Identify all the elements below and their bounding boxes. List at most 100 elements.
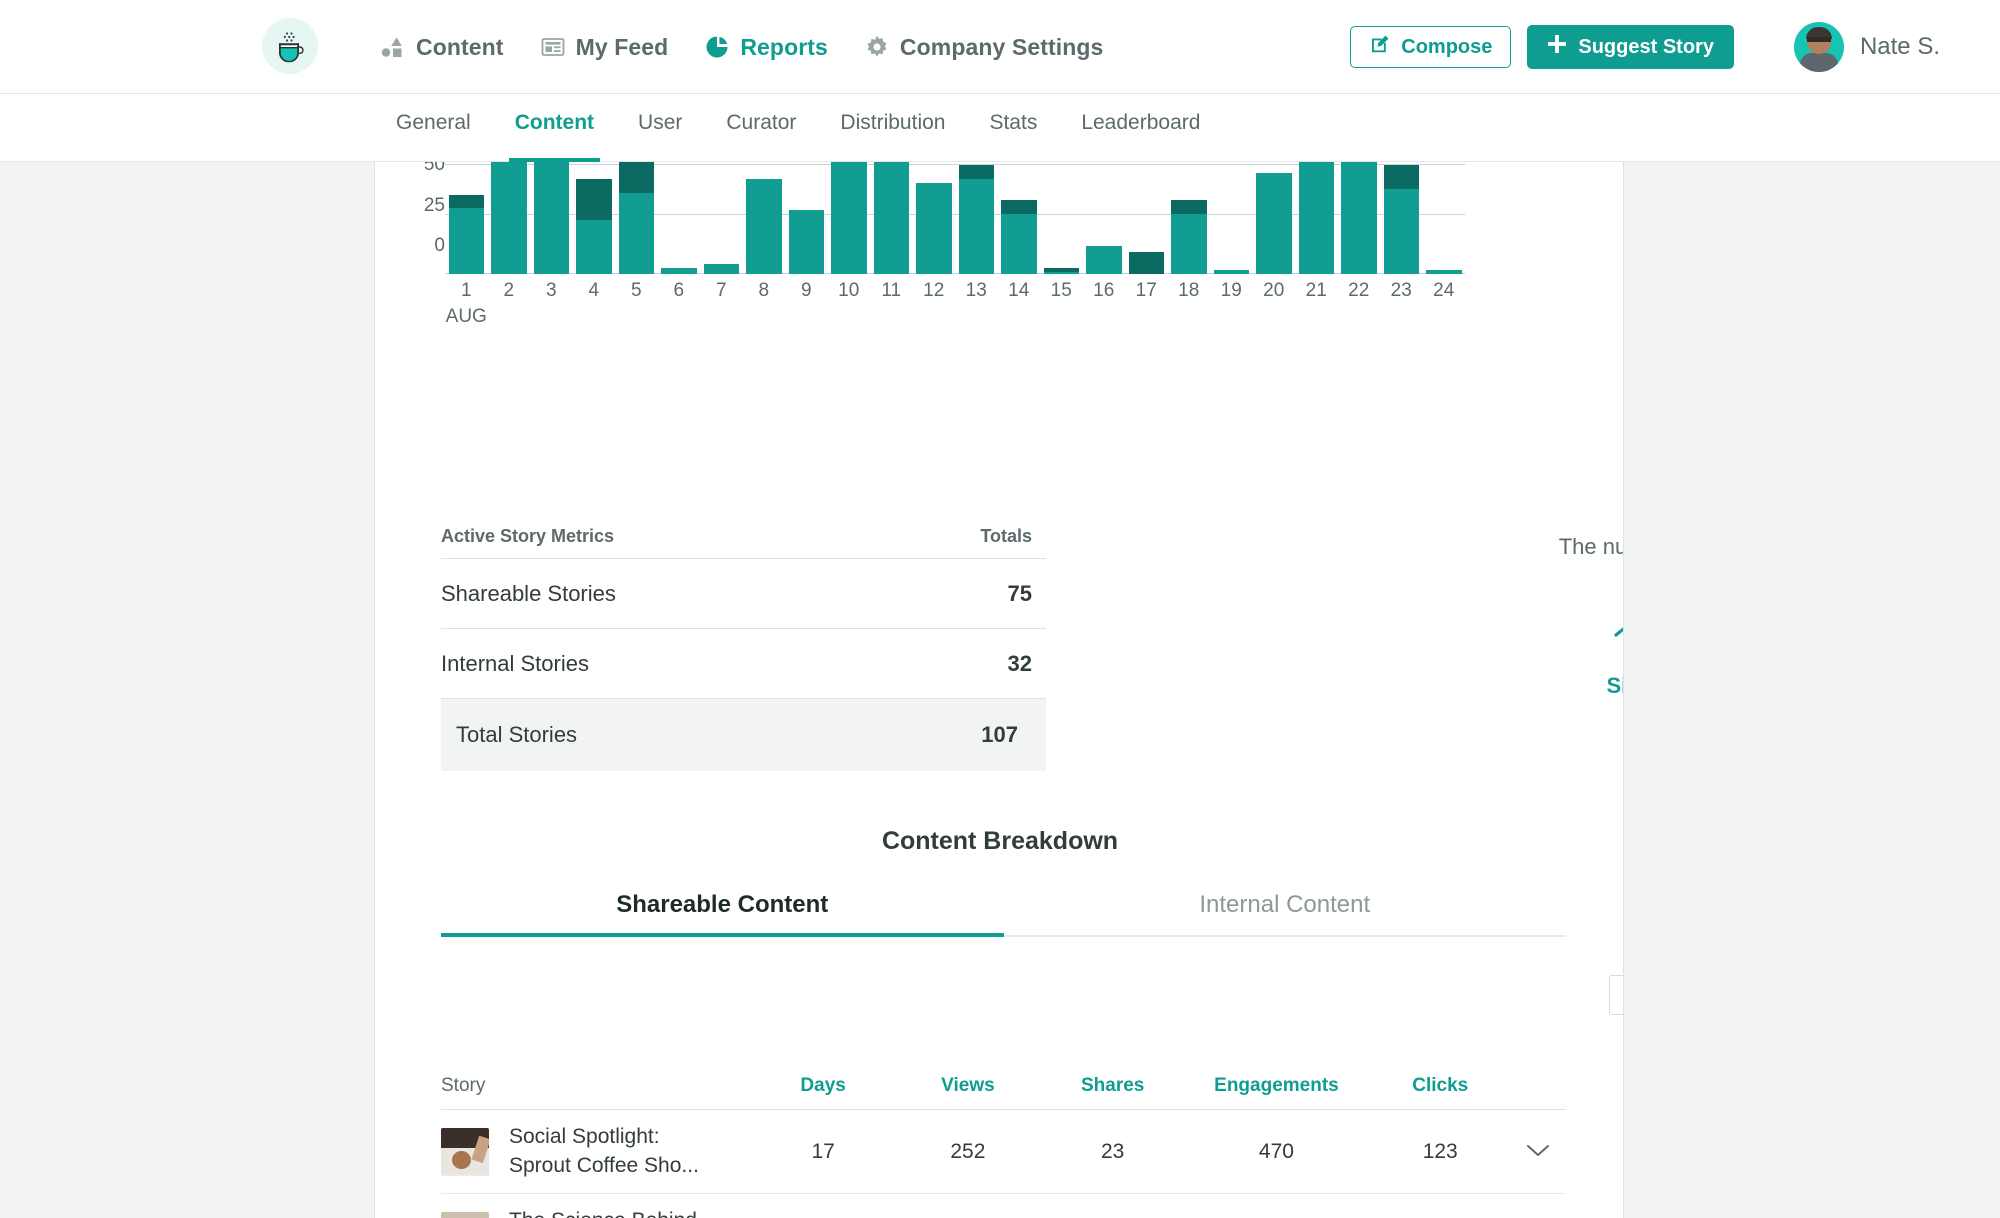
bar-segment-shareable [788, 209, 824, 274]
x-axis-tick-label: 1 [460, 280, 472, 301]
compose-button[interactable]: Compose [1350, 26, 1512, 68]
bar-segment-shareable [1001, 213, 1037, 274]
metric-label: Shareable Stories [441, 580, 616, 606]
story-title-line-1: The Science Behind [509, 1209, 697, 1218]
nav-item-content[interactable]: Content [380, 34, 504, 61]
bar-segment-shareable [661, 267, 697, 274]
col-days[interactable]: Days [754, 1075, 892, 1097]
x-axis-tick-label: 4 [588, 280, 600, 301]
x-axis-tick-label: 20 [1263, 280, 1285, 301]
bar-column[interactable] [743, 162, 786, 274]
x-axis-tick-label: 2 [503, 280, 515, 301]
search-box[interactable] [1609, 975, 1623, 1015]
tab-curator[interactable]: Curator [704, 94, 818, 162]
x-axis-tick-label: 24 [1433, 280, 1455, 301]
bar-segment-shareable [916, 183, 952, 274]
bar-column[interactable] [1380, 162, 1423, 274]
col-shares[interactable]: Shares [1044, 1075, 1182, 1097]
tab-content[interactable]: Content [493, 94, 616, 162]
x-axis-tick-label: 16 [1093, 280, 1115, 301]
bar-column[interactable] [488, 162, 531, 274]
tab-distribution-label: Distribution [840, 111, 946, 134]
tab-distribution[interactable]: Distribution [818, 94, 967, 162]
bar-column[interactable] [955, 162, 998, 274]
bar-segment-internal [958, 165, 994, 180]
bar-segment-shareable [491, 162, 527, 274]
bar-segment-shareable [1298, 162, 1334, 274]
nav-item-content-label: Content [416, 33, 504, 60]
bar-column[interactable] [658, 162, 701, 274]
bar-column[interactable] [1210, 162, 1253, 274]
bar-column[interactable] [998, 162, 1041, 274]
bar-segment-shareable [1341, 162, 1377, 274]
caret-up-icon [1613, 617, 1623, 641]
callout-value-row: 44% [1520, 599, 1623, 659]
story-cell: The Science Behind Coffee Beans [441, 1207, 754, 1218]
metric-value: 75 [1007, 580, 1032, 606]
pie-chart-icon [704, 34, 730, 60]
content-report-panel: 50 25 0 1 2 3 4 5 6 7 8 9 10 11 12 13 14 15 16 17 18 19 20 2… [374, 162, 1624, 1218]
bar-column[interactable] [1168, 162, 1211, 274]
col-views[interactable]: Views [892, 1075, 1044, 1097]
bar-column[interactable] [573, 162, 616, 274]
tab-shareable-content[interactable]: Shareable Content [441, 887, 1004, 937]
content-breakdown-tabs: Shareable Content Internal Content [441, 887, 1566, 937]
nav-item-my-feed[interactable]: My Feed [540, 34, 669, 61]
username-label: Nate S. [1859, 33, 1940, 60]
chevron-down-icon[interactable] [1509, 1140, 1566, 1164]
user-menu[interactable]: Nate S. [1793, 22, 1940, 72]
callout-line-2: increased by [1520, 562, 1623, 592]
x-axis-tick-label: 9 [800, 280, 812, 301]
bar-column[interactable] [700, 162, 743, 274]
shapes-icon [380, 34, 406, 60]
tab-internal-content[interactable]: Internal Content [1004, 887, 1567, 935]
suggest-story-label: Suggest Story [1578, 35, 1714, 58]
bar-column[interactable] [1295, 162, 1338, 274]
tab-shareable-content-label: Shareable Content [616, 891, 829, 918]
tab-general[interactable]: General [374, 94, 493, 162]
tab-stats[interactable]: Stats [967, 94, 1059, 162]
bar-column[interactable] [615, 162, 658, 274]
bar-column[interactable] [1338, 162, 1381, 274]
bar-segment-shareable [533, 162, 569, 274]
bar-column[interactable] [913, 162, 956, 274]
col-story: Story [441, 1074, 486, 1096]
bar-column[interactable] [1125, 162, 1168, 274]
bar-column[interactable] [1253, 162, 1296, 274]
nav-item-company-settings[interactable]: Company Settings [864, 34, 1104, 61]
bar-column[interactable] [785, 162, 828, 274]
avatar [1793, 22, 1844, 72]
chart-plot [445, 162, 1465, 274]
reports-subnav: General Content User Curator Distributio… [0, 94, 2000, 162]
metric-value: 32 [1007, 650, 1032, 676]
x-axis-tick-label: 23 [1390, 280, 1412, 301]
story-cell: Social Spotlight: Sprout Coffee Sho... [441, 1123, 754, 1181]
tab-leaderboard[interactable]: Leaderboard [1059, 94, 1222, 162]
bar-column[interactable] [1040, 162, 1083, 274]
nav-item-reports[interactable]: Reports [704, 34, 828, 61]
table-row[interactable]: The Science Behind Coffee Beans 21 134 1… [441, 1194, 1566, 1218]
y-tick-0: 0 [434, 235, 445, 256]
bar-column[interactable] [445, 162, 488, 274]
suggest-story-button[interactable]: Suggest Story [1527, 25, 1734, 69]
col-engagements[interactable]: Engagements [1182, 1075, 1372, 1097]
bar-column[interactable] [1083, 162, 1126, 274]
tab-leaderboard-label: Leaderboard [1081, 111, 1201, 134]
col-clicks[interactable]: Clicks [1371, 1075, 1509, 1097]
tab-content-label: Content [514, 111, 595, 134]
x-axis-tick-label: 6 [673, 280, 685, 301]
bar-column[interactable] [828, 162, 871, 274]
coffee-cup-icon[interactable] [262, 18, 318, 74]
chart-y-axis: 50 25 0 [390, 162, 445, 302]
bar-segment-internal [1383, 165, 1419, 190]
main-nav: Content My Feed Reports Company Settings [380, 0, 1139, 94]
bar-segment-internal [448, 195, 484, 208]
nav-item-reports-label: Reports [740, 33, 828, 60]
tab-curator-label: Curator [726, 111, 797, 134]
table-row[interactable]: Social Spotlight: Sprout Coffee Sho... 1… [441, 1110, 1566, 1194]
tab-user[interactable]: User [616, 94, 704, 162]
bar-column[interactable] [1423, 162, 1466, 274]
metric-row-total: Total Stories 107 [441, 699, 1046, 771]
bar-column[interactable] [870, 162, 913, 274]
bar-column[interactable] [530, 162, 573, 274]
